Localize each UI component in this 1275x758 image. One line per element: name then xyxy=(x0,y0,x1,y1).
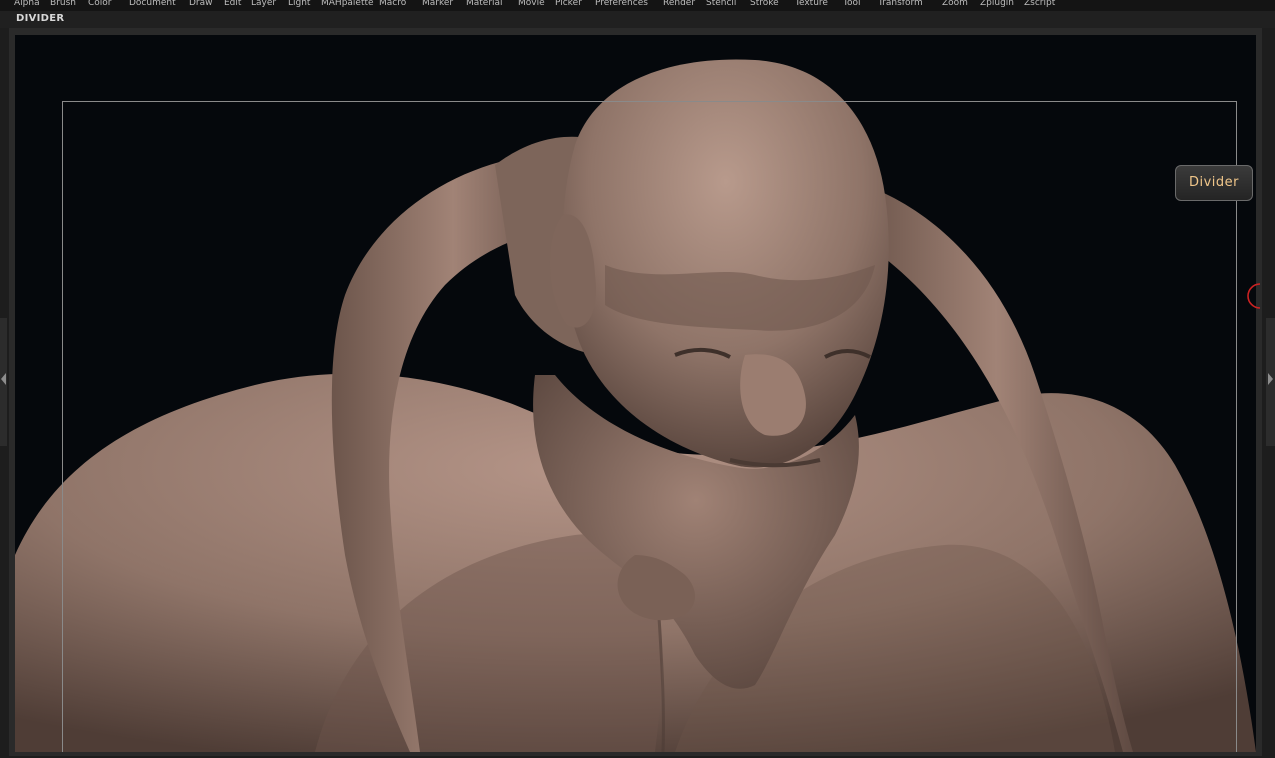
menu-item-stroke[interactable]: Stroke xyxy=(750,0,779,9)
main-menu-bar: Alpha Brush Color Document Draw Edit Layer Ligh… xyxy=(0,0,1275,11)
menu-item-mahpalette[interactable]: MAHpalette xyxy=(321,0,374,9)
menu-item-zplugin[interactable]: Zplugin xyxy=(980,0,1014,9)
menu-item-texture[interactable]: Texture xyxy=(795,0,828,9)
right-tray-handle[interactable] xyxy=(1266,318,1275,446)
menu-item-color[interactable]: Color xyxy=(88,0,112,9)
menu-item-render[interactable]: Render xyxy=(663,0,695,9)
palette-title-bar: DIVIDER xyxy=(0,11,1275,28)
head xyxy=(562,59,889,468)
menu-item-material[interactable]: Material xyxy=(466,0,503,9)
zbrush-window: Alpha Brush Color Document Draw Edit Layer Ligh… xyxy=(0,0,1275,758)
menu-item-transform[interactable]: Transform xyxy=(878,0,923,9)
chevron-left-icon xyxy=(1,373,6,385)
menu-item-draw[interactable]: Draw xyxy=(189,0,213,9)
menu-item-alpha[interactable]: Alpha xyxy=(14,0,40,9)
left-tray-handle[interactable] xyxy=(0,318,7,446)
menu-item-marker[interactable]: Marker xyxy=(422,0,453,9)
menu-item-layer[interactable]: Layer xyxy=(251,0,276,9)
menu-item-light[interactable]: Light xyxy=(288,0,310,9)
menu-item-preferences[interactable]: Preferences xyxy=(595,0,648,9)
menu-item-zoom[interactable]: Zoom xyxy=(942,0,968,9)
menu-item-edit[interactable]: Edit xyxy=(224,0,241,9)
menu-item-picker[interactable]: Picker xyxy=(555,0,582,9)
brush-cursor-icon xyxy=(1247,283,1261,309)
menu-item-stencil[interactable]: Stencil xyxy=(706,0,736,9)
document-canvas[interactable] xyxy=(15,35,1256,752)
menu-item-tool[interactable]: Tool xyxy=(843,0,860,9)
menu-item-document[interactable]: Document xyxy=(129,0,176,9)
chevron-right-icon xyxy=(1268,373,1273,385)
menu-item-movie[interactable]: Movie xyxy=(518,0,545,9)
divider-tooltip: Divider xyxy=(1175,165,1253,201)
palette-title: DIVIDER xyxy=(16,13,65,24)
menu-item-brush[interactable]: Brush xyxy=(50,0,76,9)
menu-item-macro[interactable]: Macro xyxy=(379,0,406,9)
sculpt-render xyxy=(15,59,1256,752)
menu-item-zscript[interactable]: Zscript xyxy=(1024,0,1055,9)
